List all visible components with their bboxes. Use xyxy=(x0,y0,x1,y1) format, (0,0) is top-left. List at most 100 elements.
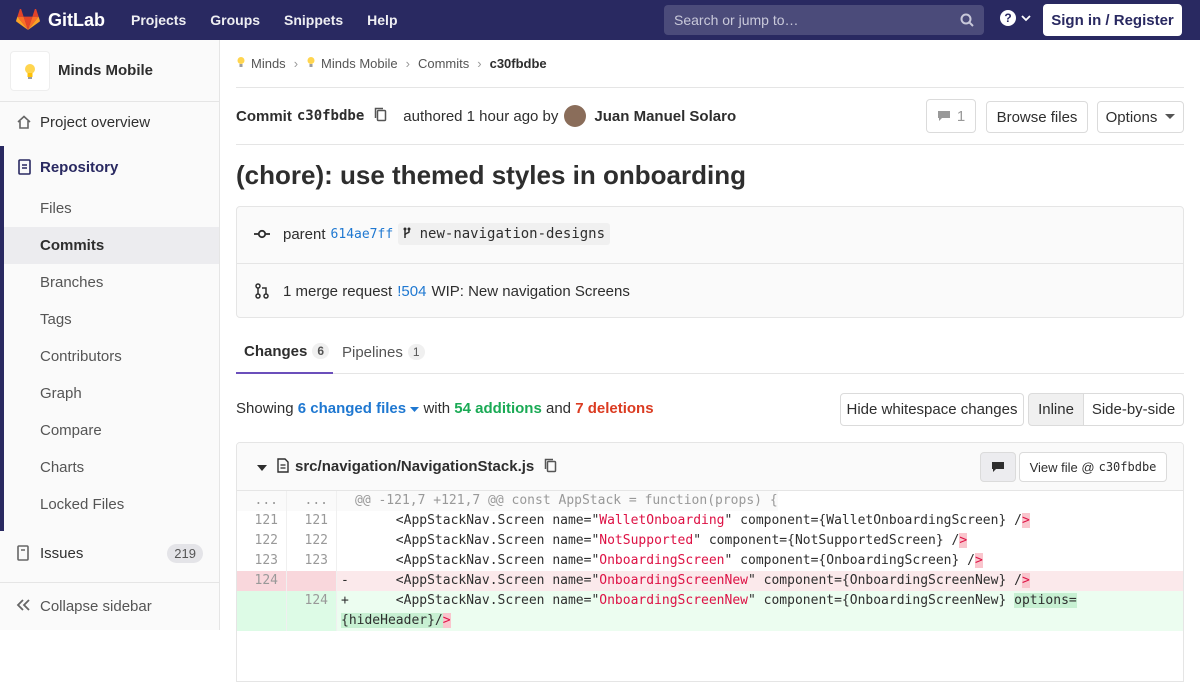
screen-name: OnboardingScreenNew xyxy=(599,593,748,608)
merge-request-icon xyxy=(253,283,271,299)
tab-changes[interactable]: Changes 6 xyxy=(236,330,333,374)
changed-files-dropdown[interactable]: 6 changed files xyxy=(298,400,420,417)
gitlab-logo[interactable]: GitLab xyxy=(16,9,105,31)
sidebar-item-label: Project overview xyxy=(40,113,151,131)
commit-header: Commit c30fbdbe authored 1 hour ago by J… xyxy=(236,88,1184,145)
bulb-icon xyxy=(236,56,246,71)
search-placeholder: Search or jump to… xyxy=(674,12,799,28)
sidebar-item-files[interactable]: Files xyxy=(40,200,72,217)
view-file-button[interactable]: View file @ c30fbdbe xyxy=(1019,452,1167,482)
copy-icon xyxy=(375,107,387,121)
old-line-number xyxy=(237,591,287,611)
comment-icon xyxy=(992,462,1004,472)
hide-whitespace-button[interactable]: Hide whitespace changes xyxy=(840,393,1024,426)
caret-down-icon xyxy=(1165,114,1176,119)
additions-count: 54 additions xyxy=(454,400,542,417)
new-line-number[interactable]: 121 xyxy=(287,511,337,531)
breadcrumb-commits[interactable]: Commits xyxy=(418,56,469,71)
new-line-number xyxy=(287,571,337,591)
branch-name: new-navigation-designs xyxy=(419,226,606,242)
breadcrumb-current[interactable]: c30fbdbe xyxy=(490,56,547,71)
old-line-number[interactable]: 122 xyxy=(237,531,287,551)
nav-help[interactable]: Help xyxy=(367,12,397,28)
added-options-value: {hideHeader} xyxy=(341,613,435,628)
new-line-number[interactable]: 123 xyxy=(287,551,337,571)
nav-snippets[interactable]: Snippets xyxy=(284,12,343,28)
merge-request-row: 1 merge request !504 WIP: New navigation… xyxy=(253,279,630,303)
gitlab-tanuki-icon xyxy=(16,9,40,30)
parent-sha-link[interactable]: 614ae7ff xyxy=(331,227,394,242)
copy-path-button[interactable] xyxy=(544,458,557,476)
screen-name: OnboardingScreenNew xyxy=(599,573,748,588)
copy-sha-button[interactable] xyxy=(374,107,387,126)
sign-in-button[interactable]: Sign in / Register xyxy=(1043,4,1182,36)
issues-count-badge: 219 xyxy=(167,543,203,563)
comment-toggle-button[interactable] xyxy=(980,452,1016,482)
options-dropdown[interactable]: Options xyxy=(1097,101,1184,133)
sidebar-item-tags[interactable]: Tags xyxy=(40,311,72,328)
authored-text: authored 1 hour ago by xyxy=(403,107,559,125)
breadcrumb-separator: › xyxy=(405,56,410,71)
file-path[interactable]: src/navigation/NavigationStack.js xyxy=(295,458,534,475)
sidebar-item-label: Repository xyxy=(40,158,119,176)
collapse-file-toggle[interactable] xyxy=(257,459,267,475)
branch-tag[interactable]: new-navigation-designs xyxy=(398,223,611,245)
breadcrumb: Minds › Minds Mobile › Commits › c30fbdb… xyxy=(236,40,1184,88)
diff-line-added-wrap: {hideHeader}/> xyxy=(237,611,1183,631)
sidebar-item-charts[interactable]: Charts xyxy=(40,459,84,476)
breadcrumb-minds[interactable]: Minds xyxy=(251,56,286,71)
author-avatar[interactable] xyxy=(564,105,587,127)
old-line-number[interactable]: 123 xyxy=(237,551,287,571)
collapse-sidebar-button[interactable]: Collapse sidebar xyxy=(0,582,219,630)
screen-component: OnboardingScreenNew xyxy=(849,573,999,588)
sidebar: Minds Mobile Project overview Repository… xyxy=(0,40,220,630)
added-options: options= xyxy=(1014,593,1077,608)
document-icon xyxy=(16,159,32,175)
bulb-icon xyxy=(306,56,316,71)
sidebar-item-repository[interactable]: Repository xyxy=(0,155,219,179)
new-line-number[interactable]: 124 xyxy=(287,591,337,611)
old-line-number[interactable]: 124 xyxy=(237,571,287,591)
sidebar-item-commits[interactable]: Commits xyxy=(40,237,104,254)
sidebar-item-issues[interactable]: Issues 219 xyxy=(0,540,219,566)
side-by-side-button[interactable]: Side-by-side xyxy=(1083,393,1184,426)
commit-label: Commit xyxy=(236,107,292,125)
breadcrumb-minds-mobile[interactable]: Minds Mobile xyxy=(321,56,398,71)
diff-line: 123 123 <AppStackNav.Screen name="Onboard… xyxy=(237,551,1183,571)
inline-view-button[interactable]: Inline xyxy=(1028,393,1084,426)
sidebar-item-branches[interactable]: Branches xyxy=(40,274,103,291)
commit-info-box: parent 614ae7ff new-navigation-designs 1… xyxy=(236,206,1184,318)
old-line-number[interactable]: 121 xyxy=(237,511,287,531)
comments-button[interactable]: 1 xyxy=(926,99,976,133)
tab-pipelines[interactable]: Pipelines 1 xyxy=(342,330,425,374)
chevron-down-icon xyxy=(1021,15,1031,22)
nav-projects[interactable]: Projects xyxy=(131,12,186,28)
search-input[interactable]: Search or jump to… xyxy=(664,5,984,35)
commit-tabs: Changes 6 Pipelines 1 xyxy=(236,330,1184,374)
merge-request-link[interactable]: !504 xyxy=(397,283,426,300)
merge-request-title: WIP: New navigation Screens xyxy=(431,282,630,300)
breadcrumb-separator: › xyxy=(293,56,299,71)
sidebar-item-contributors[interactable]: Contributors xyxy=(40,348,122,365)
diff-line-deleted: 124 - <AppStackNav.Screen name="Onboardi… xyxy=(237,571,1183,591)
nav-groups[interactable]: Groups xyxy=(210,12,260,28)
parent-row: parent 614ae7ff new-navigation-designs xyxy=(253,222,611,246)
sidebar-project-header[interactable]: Minds Mobile xyxy=(0,40,219,102)
sidebar-item-compare[interactable]: Compare xyxy=(40,422,102,439)
deletions-count: 7 deletions xyxy=(575,400,654,417)
active-item-highlight xyxy=(4,227,219,264)
comments-count: 1 xyxy=(956,107,966,125)
browse-files-button[interactable]: Browse files xyxy=(986,101,1088,133)
copy-icon xyxy=(545,458,557,472)
sidebar-item-overview[interactable]: Project overview xyxy=(0,110,219,134)
sidebar-item-locked-files[interactable]: Locked Files xyxy=(40,496,124,513)
sidebar-item-graph[interactable]: Graph xyxy=(40,385,82,402)
screen-name: WalletOnboarding xyxy=(599,513,725,528)
top-navbar: GitLab Projects Groups Snippets Help Sea… xyxy=(0,0,1200,40)
help-dropdown[interactable]: ? xyxy=(1000,10,1031,26)
new-line-number[interactable]: 122 xyxy=(287,531,337,551)
author-name[interactable]: Juan Manuel Solaro xyxy=(594,108,736,125)
caret-down-icon xyxy=(257,464,267,471)
tab-label: Changes xyxy=(244,342,308,360)
breadcrumb-separator: › xyxy=(477,56,482,71)
